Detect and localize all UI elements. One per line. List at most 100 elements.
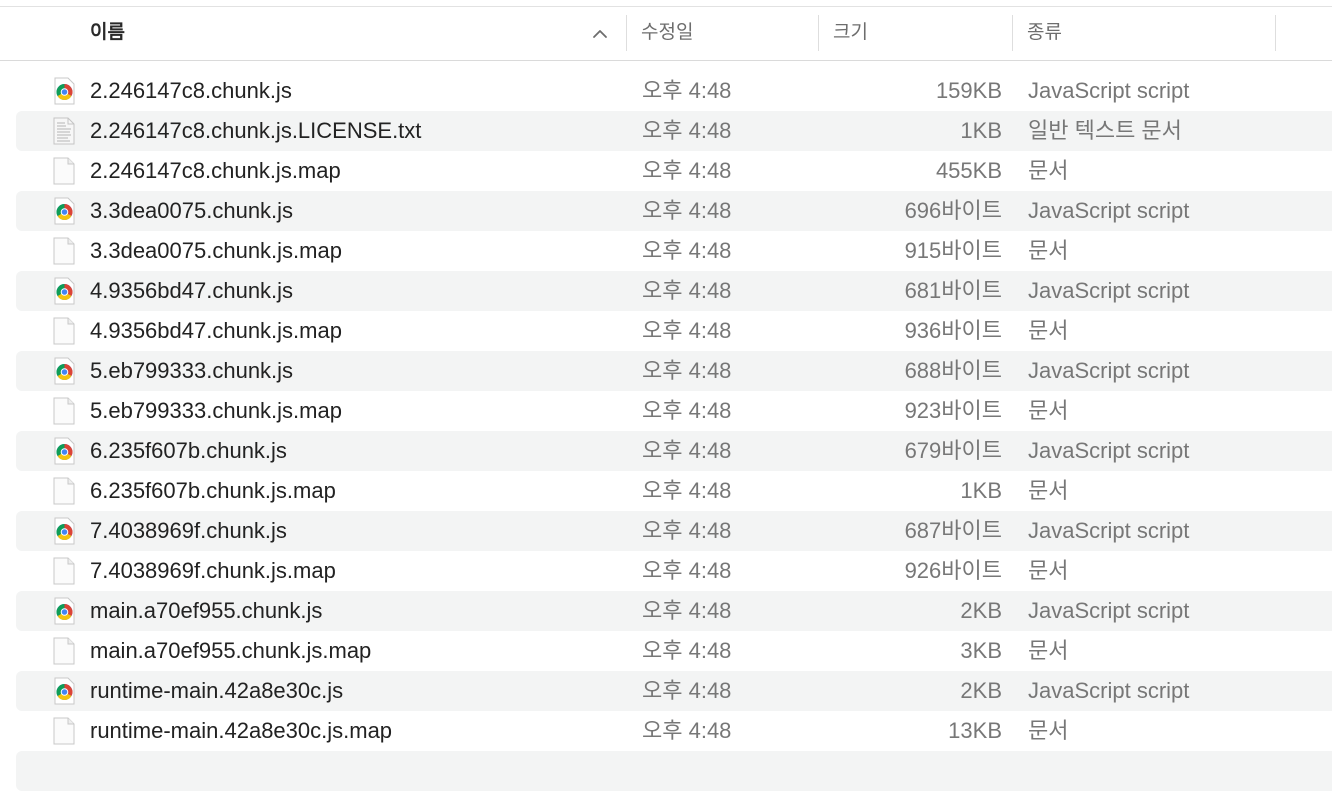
chrome-icon	[52, 197, 76, 225]
file-kind: JavaScript script	[1028, 438, 1190, 463]
file-date-modified: 오후 4:48	[642, 318, 732, 343]
file-kind: JavaScript script	[1028, 278, 1190, 303]
column-header-name[interactable]: 이름	[76, 7, 626, 60]
column-header-name-label: 이름	[90, 21, 125, 43]
file-size: 681바이트	[904, 278, 1002, 303]
column-header-kind[interactable]: 종류	[1013, 7, 1275, 60]
column-header-size[interactable]: 크기	[819, 7, 1012, 60]
file-date-modified: 오후 4:48	[642, 438, 732, 463]
file-date-modified: 오후 4:48	[642, 638, 732, 663]
file-row[interactable]: 7.4038969f.chunk.js 오후 4:48 687바이트 JavaScri…	[16, 511, 1332, 551]
file-name: 3.3dea0075.chunk.js	[90, 198, 294, 223]
file-size: 1KB	[960, 478, 1002, 503]
file-kind: JavaScript script	[1028, 518, 1190, 543]
file-row[interactable]: 3.3dea0075.chunk.js 오후 4:48 696바이트 JavaScri…	[16, 191, 1332, 231]
file-size: 696바이트	[904, 198, 1002, 223]
file-date-modified: 오후 4:48	[642, 358, 732, 383]
file-date-modified: 오후 4:48	[642, 238, 732, 263]
file-row[interactable]: 3.3dea0075.chunk.js.map 오후 4:48 915바이트 문서	[16, 231, 1332, 271]
file-row[interactable]: 5.eb799333.chunk.js.map 오후 4:48 923바이트 문서	[16, 391, 1332, 431]
file-date-modified: 오후 4:48	[642, 718, 732, 743]
file-size: 687바이트	[904, 518, 1002, 543]
file-name: runtime-main.42a8e30c.js	[90, 678, 344, 703]
blank-document-icon	[52, 237, 76, 265]
file-date-modified: 오후 4:48	[642, 478, 732, 503]
file-kind: 문서	[1028, 158, 1069, 183]
file-name: runtime-main.42a8e30c.js.map	[90, 718, 393, 743]
file-date-modified: 오후 4:48	[642, 278, 732, 303]
file-list: 2.246147c8.chunk.js 오후 4:48 159KB JavaScrip…	[16, 71, 1332, 751]
empty-list-row	[16, 751, 1332, 791]
file-kind: 문서	[1028, 318, 1069, 343]
file-kind: 문서	[1028, 238, 1069, 263]
file-size: 679바이트	[904, 438, 1002, 463]
file-row[interactable]: main.a70ef955.chunk.js.map 오후 4:48 3KB 문서	[16, 631, 1332, 671]
blank-document-icon	[52, 637, 76, 665]
file-row[interactable]: main.a70ef955.chunk.js 오후 4:48 2KB JavaScri…	[16, 591, 1332, 631]
chrome-icon	[52, 77, 76, 105]
file-name: 3.3dea0075.chunk.js.map	[90, 238, 342, 263]
file-kind: JavaScript script	[1028, 358, 1190, 383]
file-size: 1KB	[960, 118, 1002, 143]
file-kind: JavaScript script	[1028, 198, 1190, 223]
column-separator[interactable]	[1275, 15, 1276, 51]
file-name: 4.9356bd47.chunk.js	[90, 278, 294, 303]
file-date-modified: 오후 4:48	[642, 678, 732, 703]
file-name: 4.9356bd47.chunk.js.map	[90, 318, 342, 343]
file-row[interactable]: 7.4038969f.chunk.js.map 오후 4:48 926바이트 문서	[16, 551, 1332, 591]
column-header: 이름 수정일 크기 종류	[0, 7, 1332, 61]
text-document-icon	[52, 117, 76, 145]
file-row[interactable]: runtime-main.42a8e30c.js.map 오후 4:48 13KB 문…	[16, 711, 1332, 751]
file-row[interactable]: 2.246147c8.chunk.js 오후 4:48 159KB JavaScrip…	[16, 71, 1332, 111]
chrome-icon	[52, 437, 76, 465]
file-name: main.a70ef955.chunk.js	[90, 598, 323, 623]
file-date-modified: 오후 4:48	[642, 198, 732, 223]
file-kind: 문서	[1028, 718, 1069, 743]
file-date-modified: 오후 4:48	[642, 398, 732, 423]
file-name: 2.246147c8.chunk.js.LICENSE.txt	[90, 118, 422, 143]
file-size: 923바이트	[904, 398, 1002, 423]
file-size: 926바이트	[904, 558, 1002, 583]
file-name: 5.eb799333.chunk.js.map	[90, 398, 342, 423]
file-size: 159KB	[935, 78, 1002, 103]
file-kind: JavaScript script	[1028, 598, 1190, 623]
file-row[interactable]: 4.9356bd47.chunk.js.map 오후 4:48 936바이트 문서	[16, 311, 1332, 351]
file-kind: 일반 텍스트 문서	[1028, 118, 1182, 143]
file-size: 915바이트	[904, 238, 1002, 263]
file-row[interactable]: 4.9356bd47.chunk.js 오후 4:48 681바이트 JavaScri…	[16, 271, 1332, 311]
file-kind: 문서	[1028, 478, 1069, 503]
file-row[interactable]: 5.eb799333.chunk.js 오후 4:48 688바이트 JavaScri…	[16, 351, 1332, 391]
blank-document-icon	[52, 557, 76, 585]
file-size: 455KB	[935, 158, 1002, 183]
column-header-date-label: 수정일	[641, 21, 694, 43]
blank-document-icon	[52, 157, 76, 185]
file-name: 2.246147c8.chunk.js.map	[90, 158, 341, 183]
file-date-modified: 오후 4:48	[642, 558, 732, 583]
file-name: main.a70ef955.chunk.js.map	[90, 638, 372, 663]
file-kind: 문서	[1028, 398, 1069, 423]
file-size: 2KB	[960, 598, 1002, 623]
file-name: 7.4038969f.chunk.js.map	[90, 558, 336, 583]
file-kind: 문서	[1028, 638, 1069, 663]
finder-list-view: 이름 수정일 크기 종류 2.246147c8.chunk.js 오후 4:48 1…	[0, 0, 1332, 798]
file-row[interactable]: 6.235f607b.chunk.js 오후 4:48 679바이트 JavaScri…	[16, 431, 1332, 471]
sort-ascending-icon[interactable]	[591, 27, 609, 41]
file-date-modified: 오후 4:48	[642, 78, 732, 103]
file-size: 13KB	[948, 718, 1002, 743]
file-name: 2.246147c8.chunk.js	[90, 78, 292, 103]
file-row[interactable]: 2.246147c8.chunk.js.map 오후 4:48 455KB 문서	[16, 151, 1332, 191]
chrome-icon	[52, 517, 76, 545]
file-size: 936바이트	[904, 318, 1002, 343]
file-name: 6.235f607b.chunk.js	[90, 438, 287, 463]
file-size: 3KB	[960, 638, 1002, 663]
chrome-icon	[52, 277, 76, 305]
column-header-size-label: 크기	[833, 21, 868, 43]
file-row[interactable]: runtime-main.42a8e30c.js 오후 4:48 2KB JavaSc…	[16, 671, 1332, 711]
file-row[interactable]: 6.235f607b.chunk.js.map 오후 4:48 1KB 문서	[16, 471, 1332, 511]
file-name: 5.eb799333.chunk.js	[90, 358, 294, 383]
file-name: 6.235f607b.chunk.js.map	[90, 478, 336, 503]
column-header-date[interactable]: 수정일	[627, 7, 819, 60]
blank-document-icon	[52, 397, 76, 425]
file-kind: JavaScript script	[1028, 678, 1190, 703]
file-row[interactable]: 2.246147c8.chunk.js.LICENSE.txt 오후 4:48 1K…	[16, 111, 1332, 151]
